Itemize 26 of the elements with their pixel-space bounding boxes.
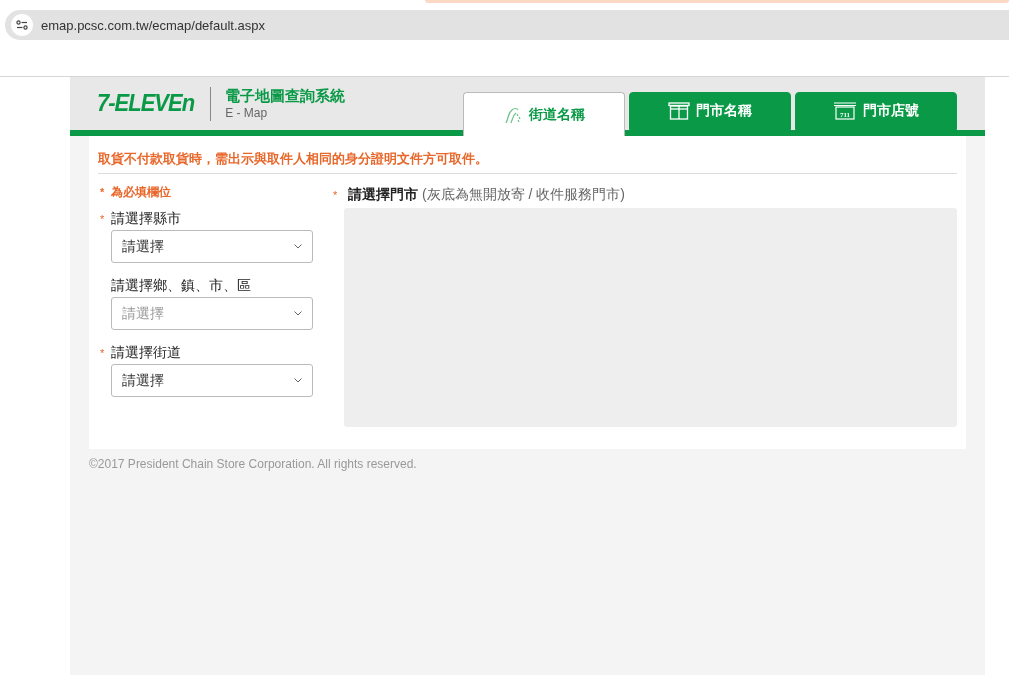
address-bar[interactable]: emap.pcsc.com.tw/ecmap/default.aspx (5, 10, 1009, 40)
dropdown[interactable]: 請選擇 (111, 364, 313, 397)
required-mark: * (333, 189, 339, 201)
system-subtitle: E - Map (225, 106, 269, 120)
field-hint: (灰底為無開放寄 / 收件服務門市) (422, 186, 625, 204)
required-mark: * (100, 347, 106, 359)
search-tab[interactable]: 街道名稱 (463, 92, 625, 136)
chevron-down-icon (294, 244, 302, 249)
site-settings-icon[interactable] (11, 14, 33, 36)
chevron-down-icon (294, 378, 302, 383)
field-label: 請選擇縣市 (111, 210, 181, 228)
copyright-text: ©2017 President Chain Store Corporation. All rights reserved. (89, 457, 418, 471)
required-mark: * (100, 213, 106, 225)
field-label: 請選擇門市 (348, 186, 418, 204)
dropdown[interactable]: 請選擇 (111, 230, 313, 263)
chevron-down-icon (294, 311, 302, 316)
field-label: 請選擇鄉、鎮、市、區 (111, 277, 251, 295)
brand-logo[interactable]: 7-ELEVEn (97, 89, 195, 118)
notice-text: 取貨不付款取貨時，需出示與取件人相同的身分證明文件方可取件。 (98, 145, 957, 174)
url-text: emap.pcsc.com.tw/ecmap/default.aspx (41, 17, 265, 33)
required-mark: * (100, 186, 106, 198)
system-title: 電子地圖查詢系統 (225, 87, 346, 106)
search-tab[interactable]: 門市名稱 (629, 92, 791, 130)
field-label: 請選擇街道 (111, 344, 181, 362)
required-note: 為必填欄位 (111, 183, 171, 201)
storefront-icon (668, 102, 690, 120)
